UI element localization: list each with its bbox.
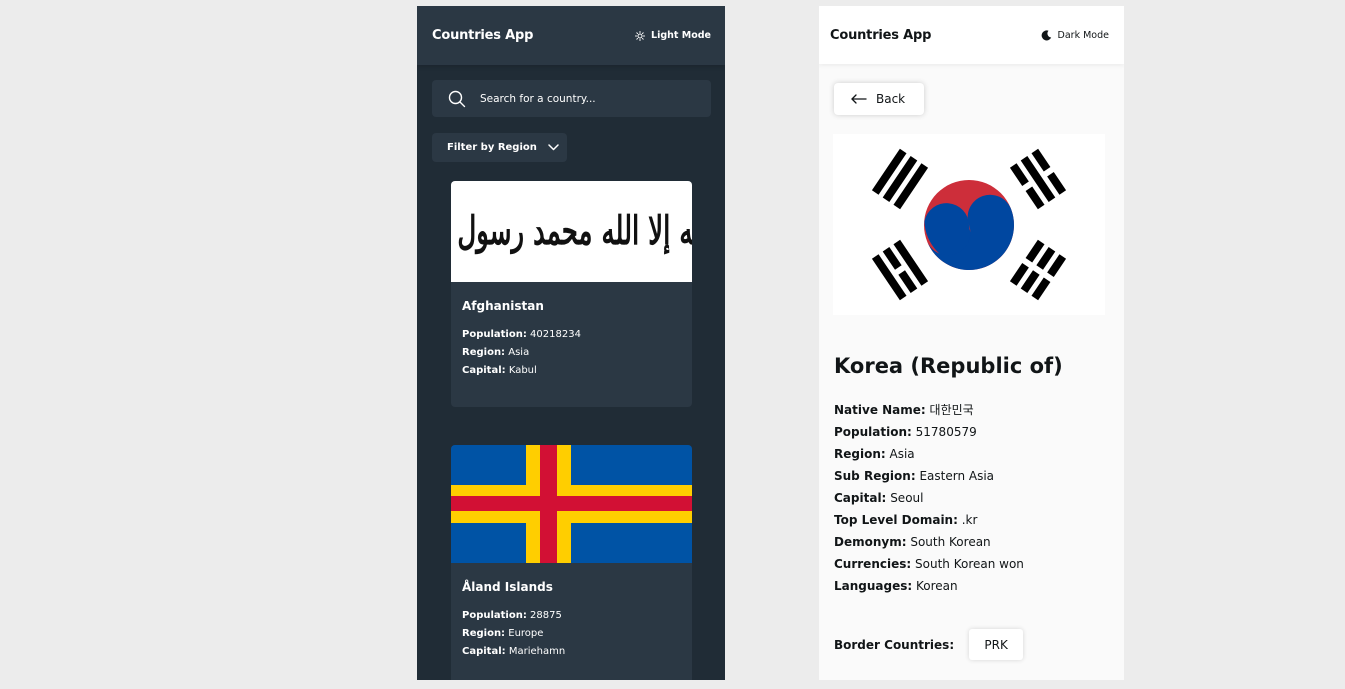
arrow-left-icon — [851, 94, 867, 104]
detail-value: Seoul — [890, 491, 924, 505]
capital-line: Capital: Mariehamn — [462, 643, 681, 661]
capital-value: Mariehamn — [508, 646, 566, 657]
population-value: 40218234 — [530, 329, 581, 340]
top-level-domain-line: Top Level Domain: .kr — [834, 509, 1024, 531]
country-card-body: Afghanistan Population: 40218234 Region:… — [451, 282, 692, 397]
moon-icon — [1041, 29, 1051, 40]
country-name: Åland Islands — [462, 580, 553, 594]
search-icon — [448, 90, 466, 107]
afghanistan-flag: لا إله إلا الله محمد رسول الله — [451, 181, 692, 282]
currencies-line: Currencies: South Korean won — [834, 553, 1024, 575]
detail-label: Region: — [834, 447, 886, 461]
search-bar — [432, 80, 711, 117]
back-button[interactable]: Back — [834, 83, 924, 115]
population-label: Population: — [462, 329, 527, 340]
capital-value: Kabul — [508, 365, 537, 376]
dark-mode-screen: Countries App Light Mode Filter by Regio… — [417, 6, 725, 680]
detail-value: 대한민국 — [929, 403, 974, 417]
region-filter-dropdown[interactable]: Filter by Region — [432, 133, 567, 162]
border-countries: Border Countries: PRK — [834, 629, 1024, 660]
native-name-line: Native Name: 대한민국 — [834, 399, 1024, 421]
population-label: Population: — [462, 610, 527, 621]
region-filter-label: Filter by Region — [447, 142, 537, 153]
population-line: Population: 51780579 — [834, 421, 1024, 443]
back-button-label: Back — [876, 92, 906, 106]
border-countries-label: Border Countries: — [834, 637, 955, 652]
country-details: Native Name: 대한민국 Population: 51780579 R… — [834, 399, 1024, 597]
country-card[interactable]: لا إله إلا الله محمد رسول الله Afghanist… — [451, 181, 692, 407]
theme-toggle-label: Dark Mode — [1057, 29, 1109, 41]
detail-label: Population: — [834, 425, 912, 439]
detail-label: Currencies: — [834, 557, 912, 571]
aland-flag — [451, 445, 692, 563]
detail-label: Languages: — [834, 579, 913, 593]
detail-value: 51780579 — [915, 425, 977, 439]
capital-label: Capital: — [462, 365, 506, 376]
sun-icon — [635, 30, 646, 41]
region-label: Region: — [462, 628, 506, 639]
region-line: Region: Asia — [834, 443, 1024, 465]
detail-label: Top Level Domain: — [834, 513, 958, 527]
region-value: Asia — [508, 347, 530, 358]
country-card-body: Åland Islands Population: 28875 Region: … — [451, 563, 692, 678]
region-line: Region: Asia — [462, 344, 681, 362]
detail-value: Korean — [916, 579, 958, 593]
detail-label: Native Name: — [834, 403, 926, 417]
theme-toggle-label: Light Mode — [651, 30, 711, 41]
chevron-down-icon — [548, 144, 559, 151]
country-name: Afghanistan — [462, 299, 544, 313]
capital-line: Capital: Seoul — [834, 487, 1024, 509]
app-header: Countries App Dark Mode — [819, 6, 1124, 64]
app-title: Countries App — [830, 27, 932, 43]
region-line: Region: Europe — [462, 625, 681, 643]
detail-label: Demonym: — [834, 535, 907, 549]
demonym-line: Demonym: South Korean — [834, 531, 1024, 553]
sub-region-line: Sub Region: Eastern Asia — [834, 465, 1024, 487]
detail-value: South Korean — [910, 535, 991, 549]
capital-label: Capital: — [462, 646, 506, 657]
border-country-button[interactable]: PRK — [969, 629, 1024, 660]
search-input[interactable] — [480, 92, 680, 105]
detail-value: .kr — [961, 513, 978, 527]
region-label: Region: — [462, 347, 506, 358]
country-name-heading: Korea (Republic of) — [834, 354, 1063, 378]
capital-line: Capital: Kabul — [462, 362, 681, 380]
detail-value: Asia — [889, 447, 915, 461]
app-header: Countries App Light Mode — [417, 6, 725, 65]
afghanistan-flag-shahada: لا إله إلا الله محمد رسول الله — [451, 209, 692, 254]
detail-value: South Korean won — [915, 557, 1024, 571]
population-line: Population: 28875 — [462, 607, 681, 625]
region-value: Europe — [508, 628, 544, 639]
app-title: Countries App — [432, 28, 534, 43]
population-value: 28875 — [530, 610, 562, 621]
theme-toggle-button[interactable]: Light Mode — [635, 30, 711, 41]
detail-label: Sub Region: — [834, 469, 916, 483]
detail-value: Eastern Asia — [919, 469, 995, 483]
population-line: Population: 40218234 — [462, 326, 681, 344]
detail-label: Capital: — [834, 491, 887, 505]
light-mode-detail-screen: Countries App Dark Mode Back Korea (Repu… — [819, 6, 1124, 680]
south-korea-flag — [833, 134, 1105, 315]
theme-toggle-button[interactable]: Dark Mode — [1041, 30, 1109, 41]
country-card[interactable]: Åland Islands Population: 28875 Region: … — [451, 445, 692, 680]
languages-line: Languages: Korean — [834, 575, 1024, 597]
